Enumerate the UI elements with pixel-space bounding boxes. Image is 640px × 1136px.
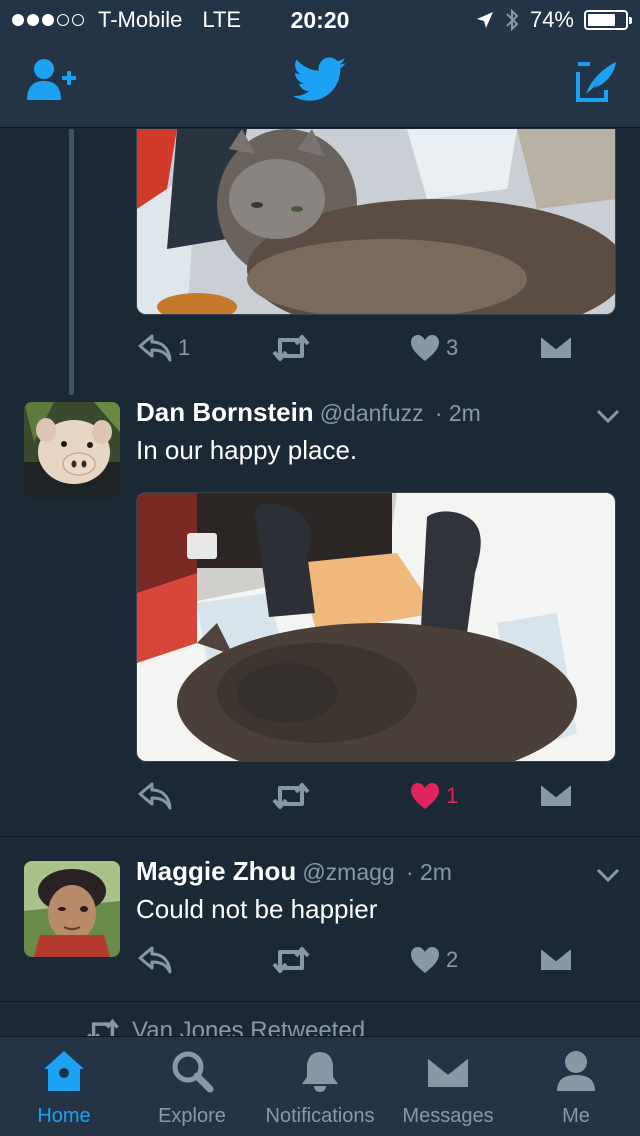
person-icon (557, 1051, 595, 1091)
tweet-actions: 1 (136, 782, 616, 822)
compose-tweet-icon (576, 62, 616, 102)
tweet-photo-cat-on-lap[interactable] (136, 129, 616, 315)
author-handle: @zmagg (302, 859, 395, 885)
envelope-icon (540, 335, 572, 358)
add-user-button[interactable] (26, 58, 78, 107)
direct-message-button[interactable] (540, 946, 572, 972)
tweet-text: Could not be happier (136, 894, 378, 924)
direct-message-button[interactable] (540, 782, 572, 808)
photo-socked-feet-icon (137, 493, 615, 761)
photo-gray-cat-icon (137, 129, 615, 314)
like-count: 3 (446, 335, 459, 360)
twitter-bird-icon (292, 57, 347, 101)
pig-plush-avatar-icon (24, 402, 120, 498)
tweet-time: · 2m (434, 400, 481, 426)
tweet-author[interactable]: Maggie Zhou @zmagg · 2m (136, 856, 452, 887)
timeline[interactable]: 1 3 Dan Bornstein @danfuzz · 2m In our h… (0, 129, 640, 1036)
like-count: 1 (446, 783, 459, 808)
location-arrow-icon (476, 12, 493, 28)
chevron-down-icon[interactable] (596, 409, 620, 423)
like-button[interactable]: 3 (410, 334, 458, 362)
chevron-down-icon[interactable] (596, 868, 620, 882)
bell-icon (302, 1052, 338, 1092)
battery-icon (584, 10, 632, 30)
envelope-icon (427, 1055, 469, 1087)
envelope-icon (540, 783, 572, 806)
reply-icon (138, 782, 172, 810)
reply-icon (138, 946, 172, 974)
tab-bar: Home Explore Notifications Messages Me (0, 1036, 640, 1136)
reply-icon (138, 334, 172, 362)
reply-button[interactable]: 1 (138, 334, 190, 362)
tab-me[interactable]: Me (512, 1037, 640, 1136)
author-handle: @danfuzz (319, 400, 424, 426)
compose-tweet-button[interactable] (574, 60, 618, 109)
envelope-icon (540, 947, 572, 970)
tweet-time: · 2m (405, 859, 452, 885)
author-name: Dan Bornstein (136, 397, 314, 427)
retweet-icon (272, 335, 310, 361)
conversation-thread-line (69, 129, 74, 395)
bluetooth-icon (506, 8, 519, 32)
retweet-icon (87, 1019, 119, 1036)
reply-button[interactable] (138, 946, 178, 974)
heart-icon (411, 783, 439, 809)
heart-icon (411, 947, 439, 973)
top-navigation-bar: T-Mobile LTE 20:20 74% (0, 0, 640, 128)
tab-label: Me (562, 1105, 590, 1127)
status-bar: T-Mobile LTE 20:20 74% (0, 0, 640, 40)
home-icon (44, 1051, 84, 1091)
like-button[interactable]: 1 (410, 782, 458, 810)
avatar[interactable] (24, 402, 120, 498)
retweet-icon (272, 783, 310, 809)
like-count: 2 (446, 947, 459, 972)
tweet-text: In our happy place. (136, 435, 358, 465)
heart-icon (411, 335, 439, 361)
tweet-divider (0, 1001, 640, 1002)
tweet-actions: 2 (136, 946, 616, 986)
tweet-author[interactable]: Dan Bornstein @danfuzz · 2m (136, 397, 481, 428)
retweet-icon (272, 947, 310, 973)
selfie-avatar-icon (24, 861, 120, 957)
tweet-actions: 1 3 (136, 334, 616, 374)
retweet-button[interactable] (272, 946, 310, 974)
search-icon (172, 1051, 214, 1093)
tweet-photo-feet-and-cat[interactable] (136, 492, 616, 762)
retweet-button[interactable] (272, 334, 310, 362)
reply-count: 1 (178, 335, 191, 360)
retweet-notice-text: Van Jones Retweeted (132, 1017, 366, 1036)
retweet-button[interactable] (272, 782, 310, 810)
retweet-notice[interactable]: Van Jones Retweeted (86, 1017, 365, 1036)
avatar[interactable] (24, 861, 120, 957)
like-button[interactable]: 2 (410, 946, 458, 974)
battery-percent: 74% (529, 7, 574, 32)
add-user-icon (27, 59, 76, 100)
twitter-logo[interactable] (292, 56, 347, 109)
tweet-divider (0, 836, 640, 837)
direct-message-button[interactable] (540, 334, 572, 360)
reply-button[interactable] (138, 782, 178, 810)
author-name: Maggie Zhou (136, 856, 297, 886)
